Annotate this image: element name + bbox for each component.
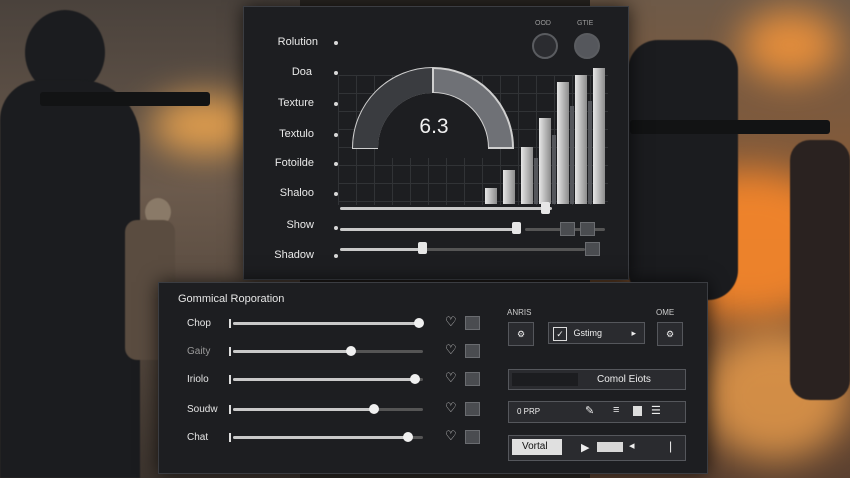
slider-start-tick xyxy=(229,433,231,442)
slider-track[interactable] xyxy=(340,228,520,231)
soldier-right-body xyxy=(628,40,738,300)
row-slider-knob[interactable] xyxy=(410,374,420,384)
row-slider-knob[interactable] xyxy=(414,318,424,328)
preset-toggle-button[interactable]: ⚙ xyxy=(657,322,683,346)
soldier-far-right-body xyxy=(790,140,850,400)
column-header-anris: ANRIS xyxy=(507,308,532,317)
vorted-control-row[interactable]: Vortal ▶ ◂ | xyxy=(508,435,686,461)
toggle-circle-gtie[interactable] xyxy=(574,33,600,59)
toggle-circle-ood[interactable] xyxy=(532,33,558,59)
performance-bar xyxy=(557,82,569,204)
value-field-text: 0 PRP xyxy=(517,407,541,416)
checkbox-icon: ✓ xyxy=(553,326,567,341)
gauge-value: 6.3 xyxy=(419,115,449,138)
soldier-left-body xyxy=(0,80,140,478)
square-icon xyxy=(633,406,642,416)
slider-track-rest xyxy=(425,248,585,251)
header-label-gtie: GTIE xyxy=(577,20,594,27)
setting-label-fotoilde: Fotoilde xyxy=(274,157,314,169)
slider-stepper[interactable] xyxy=(585,242,600,256)
slider-stepper[interactable] xyxy=(560,222,575,236)
chevron-right-icon: ▸ xyxy=(631,328,636,338)
explosion-top-right xyxy=(740,10,840,80)
setting-row-label: Chat xyxy=(187,432,209,443)
preset-dropdown[interactable]: ✓ Gstimg ▸ xyxy=(548,322,645,344)
row-toggle-box[interactable] xyxy=(465,316,480,330)
preset-dropdown-value: Gstimg xyxy=(573,328,603,338)
slider-start-tick xyxy=(229,319,231,328)
header-label-ood: OOD xyxy=(535,20,551,27)
performance-bar xyxy=(575,75,587,204)
favorite-heart-icon[interactable]: ♡ xyxy=(445,400,457,416)
setting-dot xyxy=(334,254,338,258)
row-slider-fill xyxy=(233,378,415,381)
setting-label-shaloo: Shaloo xyxy=(279,187,314,199)
row-slider-fill xyxy=(233,322,419,325)
row-toggle-box[interactable] xyxy=(465,372,480,386)
column-header-ome: OME xyxy=(656,308,675,317)
panel-title: Gommical Roporation xyxy=(178,293,285,305)
performance-bar xyxy=(593,68,605,204)
slider-track[interactable] xyxy=(340,248,425,251)
setting-row-label: Chop xyxy=(187,318,211,329)
control-edits-label: Comol Eiots xyxy=(597,374,651,385)
slider-track[interactable] xyxy=(340,207,552,210)
arrow-left-icon: ◂ xyxy=(629,440,635,452)
setting-dot xyxy=(334,226,338,230)
performance-bar-shadow xyxy=(534,158,538,204)
performance-bar-shadow xyxy=(588,101,592,204)
performance-bar xyxy=(485,188,497,204)
setting-row-label: Soudw xyxy=(187,404,218,415)
performance-bar-shadow xyxy=(552,135,556,204)
row-toggle-box[interactable] xyxy=(465,344,480,358)
setting-label-dof: Doa xyxy=(291,66,312,78)
control-edits-button[interactable]: Comol Eiots xyxy=(508,369,686,390)
setting-label-shadow: Shadow xyxy=(274,249,314,261)
vorted-label: Vortal xyxy=(512,439,562,455)
performance-bar-shadow xyxy=(570,106,574,204)
slider-knob[interactable] xyxy=(418,242,427,254)
setting-row-label: Iriolo xyxy=(187,374,209,385)
performance-bar xyxy=(503,170,515,204)
slider-start-tick xyxy=(229,347,231,356)
performance-bar xyxy=(521,147,533,204)
row-toggle-box[interactable] xyxy=(465,430,480,444)
setting-dot xyxy=(334,41,338,45)
favorite-heart-icon[interactable]: ♡ xyxy=(445,428,457,444)
favorite-heart-icon[interactable]: ♡ xyxy=(445,314,457,330)
divider-icon: | xyxy=(669,439,673,453)
soldier-left-rifle xyxy=(40,92,210,106)
row-slider-knob[interactable] xyxy=(403,432,413,442)
progress-box xyxy=(597,442,623,452)
setting-label-texture: Texture xyxy=(277,97,314,109)
slider-stepper[interactable] xyxy=(580,222,595,236)
setting-label-resolution: Rolution xyxy=(277,36,318,48)
slider-start-tick xyxy=(229,375,231,384)
row-slider-fill xyxy=(233,436,408,439)
row-slider-knob[interactable] xyxy=(369,404,379,414)
soldier-right-rifle xyxy=(630,120,830,134)
play-icon: ▶ xyxy=(581,442,590,454)
performance-bar xyxy=(539,118,551,204)
control-edits-bar xyxy=(512,373,578,386)
edit-icon: ✎ xyxy=(585,405,595,417)
favorite-heart-icon[interactable]: ♡ xyxy=(445,370,457,386)
setting-label-show: Show xyxy=(286,219,314,231)
menu-icon: ≡ xyxy=(613,404,620,416)
row-slider-fill xyxy=(233,350,351,353)
slider-knob[interactable] xyxy=(512,222,521,234)
setting-row-label: Gaity xyxy=(187,346,211,357)
favorite-heart-icon[interactable]: ♡ xyxy=(445,342,457,358)
row-toggle-box[interactable] xyxy=(465,402,480,416)
settings-icon-button[interactable]: ⚙ xyxy=(508,322,534,346)
slider-knob[interactable] xyxy=(541,202,550,214)
slider-start-tick xyxy=(229,405,231,414)
list-icon: ☰ xyxy=(651,405,661,417)
value-field[interactable]: 0 PRP ✎ ≡ ☰ xyxy=(508,401,686,423)
row-slider-fill xyxy=(233,408,374,411)
setting-label-textulo: Textulo xyxy=(279,128,314,140)
performance-bar-chart xyxy=(485,68,610,204)
row-slider-knob[interactable] xyxy=(346,346,356,356)
